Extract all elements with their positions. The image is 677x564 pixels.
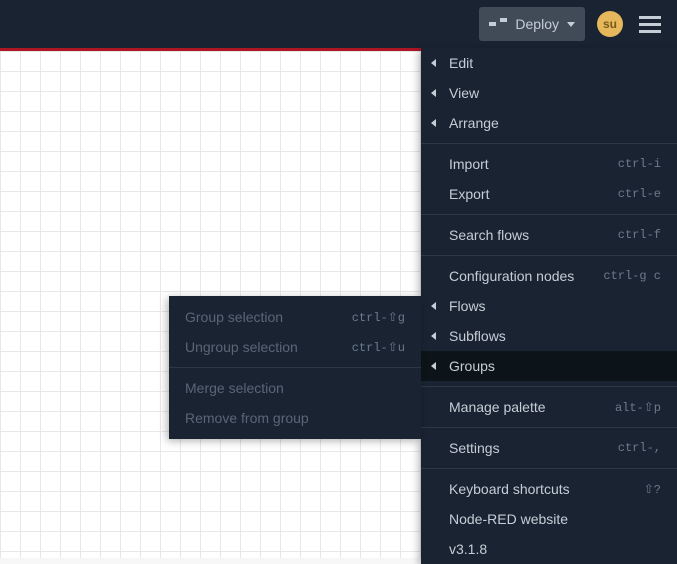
shortcut-label: ctrl-⇧u	[352, 340, 405, 355]
deploy-button[interactable]: Deploy	[479, 7, 585, 41]
shortcut-label: ⇧?	[644, 482, 661, 497]
shortcut-label: ctrl-i	[618, 157, 661, 171]
menu-settings[interactable]: Settingsctrl-,	[421, 433, 677, 463]
menu-flows[interactable]: Flows	[421, 291, 677, 321]
menu-separator	[421, 214, 677, 215]
groups-submenu: Group selectionctrl-⇧g Ungroup selection…	[169, 296, 421, 439]
submenu-arrow-icon	[431, 302, 436, 310]
user-avatar[interactable]: su	[597, 11, 623, 37]
submenu-arrow-icon	[431, 362, 436, 370]
main-menu: Edit View Arrange Importctrl-i Exportctr…	[421, 48, 677, 564]
submenu-merge-selection[interactable]: Merge selection	[169, 373, 421, 403]
chevron-down-icon	[567, 22, 575, 27]
menu-separator	[169, 367, 421, 368]
menu-config-nodes[interactable]: Configuration nodesctrl-g c	[421, 261, 677, 291]
submenu-remove-from-group[interactable]: Remove from group	[169, 403, 421, 433]
menu-edit[interactable]: Edit	[421, 48, 677, 78]
menu-separator	[421, 386, 677, 387]
menu-import[interactable]: Importctrl-i	[421, 149, 677, 179]
submenu-arrow-icon	[431, 119, 436, 127]
shortcut-label: ctrl-⇧g	[352, 310, 405, 325]
menu-website[interactable]: Node-RED website	[421, 504, 677, 534]
submenu-arrow-icon	[431, 59, 436, 67]
submenu-group-selection[interactable]: Group selectionctrl-⇧g	[169, 302, 421, 332]
menu-version[interactable]: v3.1.8	[421, 534, 677, 564]
submenu-arrow-icon	[431, 89, 436, 97]
menu-separator	[421, 427, 677, 428]
shortcut-label: ctrl-,	[618, 441, 661, 455]
main-menu-button[interactable]	[635, 12, 665, 37]
deploy-icon	[489, 18, 507, 30]
menu-search-flows[interactable]: Search flowsctrl-f	[421, 220, 677, 250]
submenu-ungroup-selection[interactable]: Ungroup selectionctrl-⇧u	[169, 332, 421, 362]
menu-view[interactable]: View	[421, 78, 677, 108]
menu-export[interactable]: Exportctrl-e	[421, 179, 677, 209]
menu-arrange[interactable]: Arrange	[421, 108, 677, 138]
shortcut-label: ctrl-f	[618, 228, 661, 242]
menu-manage-palette[interactable]: Manage palettealt-⇧p	[421, 392, 677, 422]
shortcut-label: alt-⇧p	[615, 400, 661, 415]
deploy-label: Deploy	[515, 16, 559, 32]
menu-keyboard-shortcuts[interactable]: Keyboard shortcuts⇧?	[421, 474, 677, 504]
app-header: Deploy su	[0, 0, 677, 48]
menu-separator	[421, 143, 677, 144]
shortcut-label: ctrl-e	[618, 187, 661, 201]
user-initials: su	[603, 17, 617, 31]
menu-subflows[interactable]: Subflows	[421, 321, 677, 351]
menu-separator	[421, 468, 677, 469]
shortcut-label: ctrl-g c	[603, 269, 661, 283]
menu-separator	[421, 255, 677, 256]
submenu-arrow-icon	[431, 332, 436, 340]
menu-groups[interactable]: Groups	[421, 351, 677, 381]
